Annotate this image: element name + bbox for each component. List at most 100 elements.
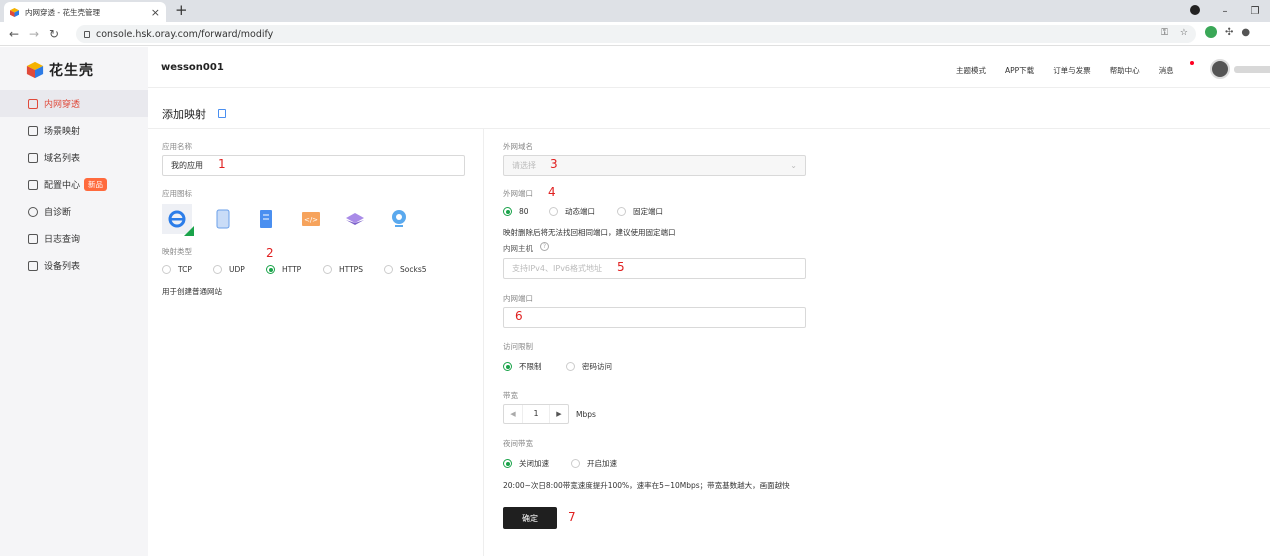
grid-icon <box>28 179 38 190</box>
app-icon-camera[interactable] <box>384 204 414 234</box>
sidebar-menu: 内网穿透 场景映射 域名列表 配置中心 新品 自诊断 日志查询 设备列表 <box>0 90 148 279</box>
int-port-input[interactable] <box>503 307 806 328</box>
increment-icon[interactable]: ▶ <box>550 410 568 418</box>
radio-no-limit[interactable]: 不限制 <box>503 361 566 372</box>
sidebar-item-config-center[interactable]: 配置中心 新品 <box>0 171 148 198</box>
radio-tcp[interactable]: TCP <box>162 265 213 274</box>
radio-accel-off[interactable]: 关闭加速 <box>503 458 571 469</box>
avatar[interactable] <box>1210 59 1230 79</box>
tab-close-icon[interactable]: × <box>151 7 160 18</box>
restore-icon[interactable]: ❐ <box>1240 6 1270 17</box>
nav-theme-mode[interactable]: 主题模式 <box>956 65 986 76</box>
bandwidth-value[interactable]: 1 <box>522 405 550 423</box>
radio-label: 关闭加速 <box>519 459 549 468</box>
account-name-placeholder[interactable] <box>1234 66 1270 73</box>
radio-udp[interactable]: UDP <box>213 265 266 274</box>
minimize-icon[interactable]: – <box>1210 6 1240 17</box>
int-host-placeholder: 支持IPv4、IPv6格式地址 <box>512 264 603 273</box>
radio-https[interactable]: HTTPS <box>323 265 384 274</box>
bandwidth-stepper[interactable]: ◀ 1 ▶ <box>503 404 569 424</box>
sidebar-item-logs[interactable]: 日志查询 <box>0 225 148 252</box>
nav-help-center[interactable]: 帮助中心 <box>1110 65 1140 76</box>
selected-check-icon <box>184 226 194 236</box>
confirm-button[interactable]: 确定 <box>503 507 557 529</box>
radio-dot <box>571 459 580 468</box>
browser-tabbar: 内网穿透 - 花生壳管理 × + – ❐ <box>0 0 1270 22</box>
sidebar-item-label: 场景映射 <box>44 127 81 137</box>
peanut-shell-logo-icon <box>26 61 44 79</box>
app-icon-tablet[interactable] <box>208 204 238 234</box>
sidebar-item-label: 域名列表 <box>44 154 81 164</box>
sidebar-item-intranet[interactable]: 内网穿透 <box>0 90 148 117</box>
column-divider <box>483 128 484 556</box>
app-name-label: 应用名称 <box>162 142 192 151</box>
decrement-icon[interactable]: ◀ <box>504 410 522 418</box>
app-icon-document[interactable] <box>251 204 281 234</box>
ext-domain-select[interactable]: 请选择 ⌄ <box>503 155 806 176</box>
ext-port-hint: 映射删除后将无法找回相同端口，建议使用固定端口 <box>503 228 676 237</box>
sidebar-item-label: 配置中心 <box>44 181 81 191</box>
back-icon[interactable]: ← <box>4 28 24 40</box>
radio-password-access[interactable]: 密码访问 <box>566 361 612 372</box>
sidebar-item-scene-mapping[interactable]: 场景映射 <box>0 117 148 144</box>
svg-text:</>: </> <box>304 216 318 224</box>
radio-dot <box>503 362 512 371</box>
nav-messages[interactable]: 消息 <box>1159 65 1174 76</box>
help-icon[interactable]: ? <box>540 242 549 251</box>
radio-accel-on[interactable]: 开启加速 <box>571 458 617 469</box>
step-marker-2: 2 <box>266 246 274 260</box>
int-host-label: 内网主机 <box>503 244 533 253</box>
url-bar[interactable]: console.hsk.oray.com/forward/modify ⚿ ☆ <box>76 25 1196 43</box>
reload-icon[interactable]: ↻ <box>44 28 64 40</box>
radio-dynamic-port[interactable]: 动态端口 <box>549 206 617 217</box>
radio-label: Socks5 <box>400 265 427 274</box>
top-header: wesson001 主题模式 APP下载 订单与发票 帮助中心 消息 <box>148 47 1270 88</box>
tablet-icon <box>216 209 230 229</box>
app-icon-ie[interactable] <box>162 204 194 236</box>
step-marker-5: 5 <box>617 260 625 274</box>
notebook-icon <box>260 210 272 228</box>
tab-title: 内网穿透 - 花生壳管理 <box>25 7 100 17</box>
sidebar-item-label: 自诊断 <box>44 208 72 218</box>
app-icon-layers[interactable] <box>340 204 370 234</box>
radio-fixed-port[interactable]: 固定端口 <box>617 206 663 217</box>
key-icon[interactable]: ⚿ <box>1161 28 1168 38</box>
sidebar-item-domains[interactable]: 域名列表 <box>0 144 148 171</box>
window-controls: – ❐ <box>1180 0 1270 22</box>
cube-icon <box>28 98 38 109</box>
access-limit-radios: 不限制 密码访问 <box>503 361 612 372</box>
nav-orders-invoices[interactable]: 订单与发票 <box>1053 65 1091 76</box>
app-icon-label: 应用图标 <box>162 189 192 198</box>
step-marker-7: 7 <box>568 510 576 524</box>
radio-label: 固定端口 <box>633 207 663 216</box>
app-name-input[interactable]: 我的应用 <box>162 155 465 176</box>
step-marker-1: 1 <box>218 157 226 171</box>
radio-socks5[interactable]: Socks5 <box>384 265 427 274</box>
radio-dot <box>384 265 393 274</box>
radio-port-80[interactable]: 80 <box>503 207 549 216</box>
puzzle-icon[interactable]: ✣ <box>1225 27 1233 38</box>
app-icon-code[interactable]: </> <box>296 204 326 234</box>
radio-dot <box>503 207 512 216</box>
bandwidth-label: 带宽 <box>503 391 518 400</box>
extension-green-icon[interactable] <box>1205 26 1217 38</box>
downloads-icon[interactable] <box>1180 4 1210 18</box>
star-icon[interactable]: ☆ <box>1180 28 1188 38</box>
peanut-shell-favicon-icon <box>10 7 19 17</box>
profile-icon[interactable]: ● <box>1241 27 1250 38</box>
browser-tab[interactable]: 内网穿透 - 花生壳管理 × <box>4 2 166 22</box>
new-tab-icon[interactable]: + <box>175 3 188 18</box>
sidebar-item-devices[interactable]: 设备列表 <box>0 252 148 279</box>
radio-label: 不限制 <box>519 362 542 371</box>
address-bar-row: ← → ↻ console.hsk.oray.com/forward/modif… <box>0 22 1270 46</box>
int-host-input[interactable]: 支持IPv4、IPv6格式地址 <box>503 258 806 279</box>
sidebar-item-self-diagnosis[interactable]: 自诊断 <box>0 198 148 225</box>
nav-app-download[interactable]: APP下载 <box>1005 65 1034 76</box>
radio-http[interactable]: HTTP <box>266 265 323 274</box>
code-window-icon: </> <box>302 212 320 226</box>
mapping-type-radios: TCP UDP HTTP HTTPS Socks5 <box>162 265 427 274</box>
logo[interactable]: 花生壳 <box>26 60 94 80</box>
document-icon[interactable] <box>218 109 226 118</box>
divider <box>148 128 1270 129</box>
forward-icon[interactable]: → <box>24 28 44 40</box>
